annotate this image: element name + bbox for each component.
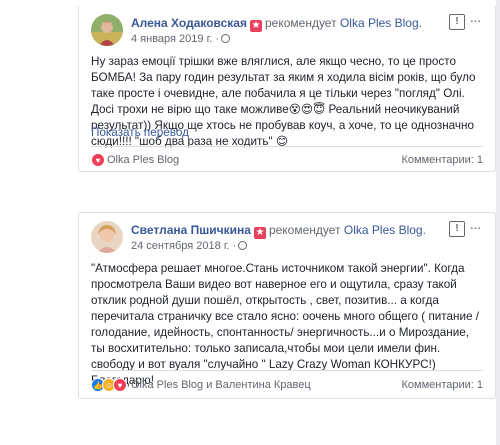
reactions-by[interactable]: Olka Ples Blog и Валентина Кравец [131, 379, 311, 391]
post-footer: ♥ Olka Ples Blog Комментарии: 1 [91, 151, 483, 171]
comments-count[interactable]: Комментарии: 1 [401, 379, 483, 391]
reactions-by[interactable]: Olka Ples Blog [107, 154, 179, 166]
page-link[interactable]: Olka Ples Blog. [344, 223, 426, 237]
divider [91, 370, 483, 371]
post-header: Светлана Пшичкина ★ рекомендует Olka Ples … [91, 219, 483, 257]
avatar[interactable] [91, 14, 123, 46]
left-gutter [0, 0, 78, 445]
post-header: Алена Ходаковская ★ рекомендует Olka Ples … [91, 12, 483, 50]
recommends-text: рекомендует [264, 16, 337, 30]
more-icon[interactable]: ··· [467, 12, 483, 28]
recommendation-card-2: Светлана Пшичкина ★ рекомендует Olka Ples … [78, 212, 496, 399]
date-text[interactable]: 24 сентября 2018 г. · [131, 240, 236, 252]
globe-icon [221, 34, 231, 43]
recommendation-card-1: Алена Ходаковская ★ рекомендует Olka Ples … [78, 6, 496, 172]
more-icon[interactable]: ··· [467, 219, 483, 235]
reactions[interactable]: ♥ [91, 153, 105, 167]
author-name[interactable]: Алена Ходаковская [131, 16, 247, 30]
love-reaction-icon: ♥ [91, 153, 105, 167]
show-translation-link[interactable]: Показать перевод [91, 126, 189, 139]
post-date[interactable]: 24 сентября 2018 г. · [131, 240, 248, 252]
comments-count[interactable]: Комментарии: 1 [401, 154, 483, 166]
recommends-text: рекомендует [268, 223, 341, 237]
divider [91, 146, 483, 147]
date-text[interactable]: 4 января 2019 г. · [131, 33, 219, 45]
love-reaction-icon: ♥ [113, 378, 127, 392]
recommend-badge-icon: ★ [253, 227, 266, 239]
recommend-badge-icon: ★ [249, 20, 262, 32]
post-footer: 👍 ☺ ♥ Olka Ples Blog и Валентина Кравец … [91, 376, 483, 396]
author-name[interactable]: Светлана Пшичкина [131, 223, 251, 237]
page-link[interactable]: Olka Ples Blog. [340, 16, 422, 30]
post-date[interactable]: 4 января 2019 г. · [131, 33, 231, 45]
right-scroll-strip [496, 0, 500, 445]
globe-icon [238, 241, 248, 250]
flag-icon[interactable]: ! [449, 221, 465, 237]
name-line: Светлана Пшичкина ★ рекомендует Olka Ples … [131, 223, 426, 239]
reactions[interactable]: 👍 ☺ ♥ [91, 378, 127, 392]
flag-icon[interactable]: ! [449, 14, 465, 30]
name-line: Алена Ходаковская ★ рекомендует Olka Ples … [131, 16, 422, 32]
avatar[interactable] [91, 221, 123, 253]
